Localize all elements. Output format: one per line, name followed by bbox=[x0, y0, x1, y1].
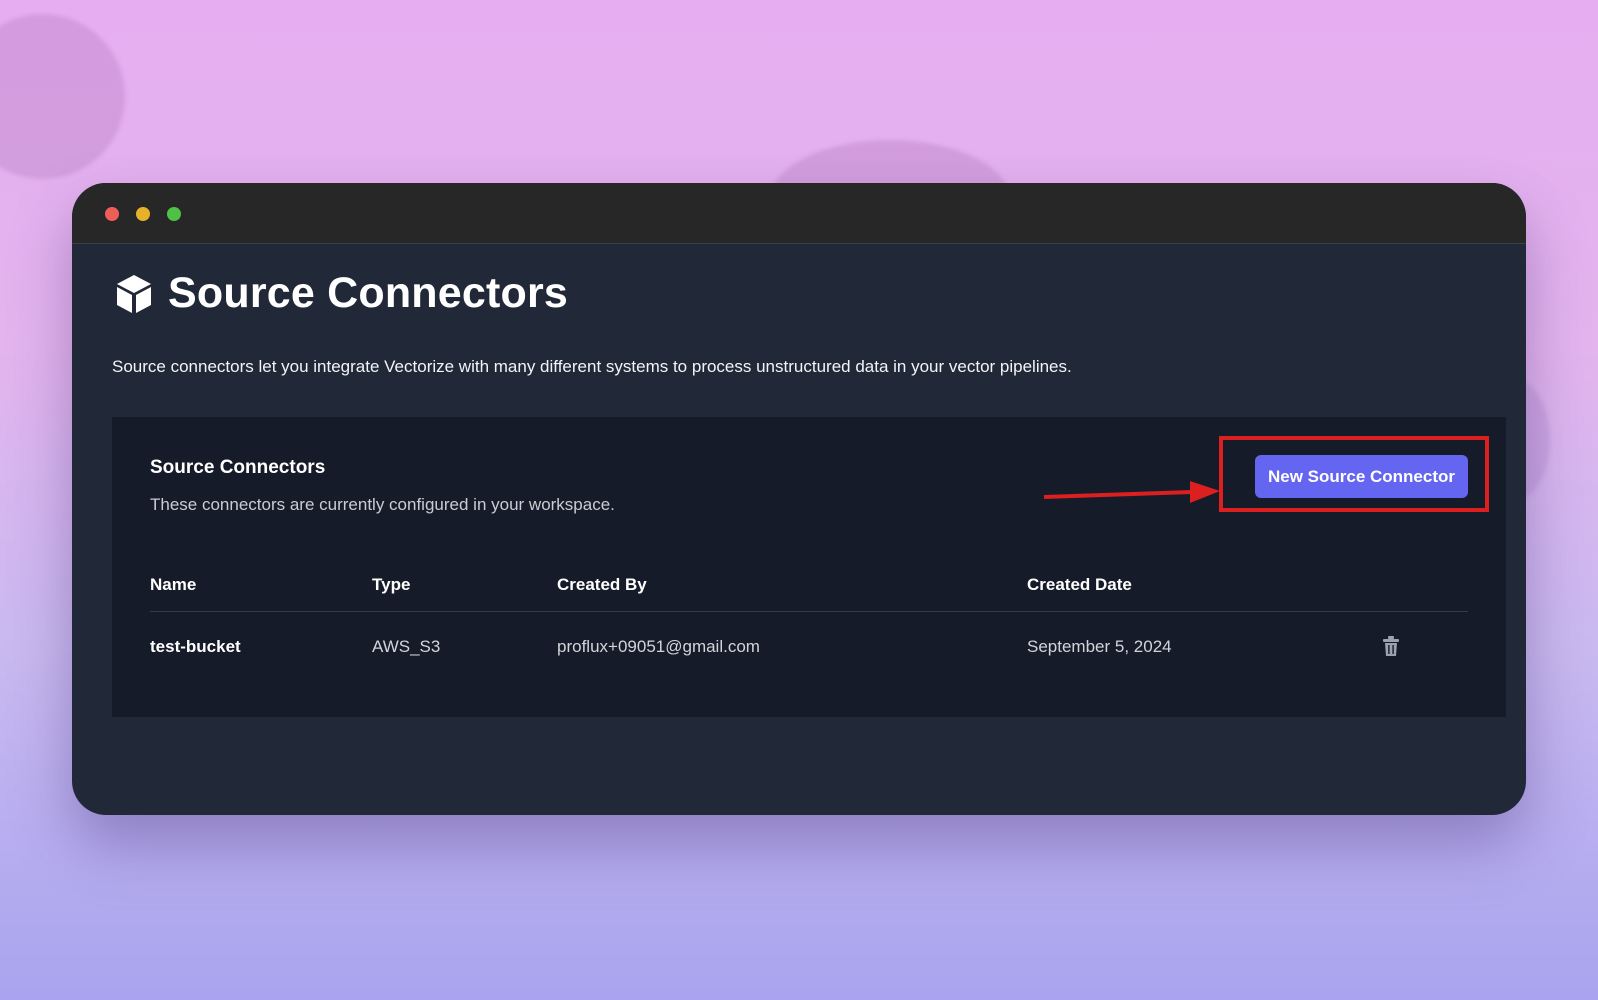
cube-icon bbox=[117, 274, 151, 313]
column-header-type: Type bbox=[372, 575, 411, 594]
table-header: Name Type Created By Created Date bbox=[150, 567, 1468, 612]
page-description: Source connectors let you integrate Vect… bbox=[112, 357, 1072, 376]
page-header: Source Connectors bbox=[114, 269, 568, 318]
connectors-table: Name Type Created By Created Date test-b… bbox=[150, 567, 1468, 678]
connectors-panel: Source Connectors These connectors are c… bbox=[112, 417, 1506, 717]
page-title: Source Connectors bbox=[168, 269, 569, 317]
connector-name[interactable]: test-bucket bbox=[150, 637, 241, 657]
column-header-created-date: Created Date bbox=[1027, 575, 1132, 594]
trash-icon[interactable] bbox=[1382, 635, 1400, 657]
background-blob bbox=[0, 14, 125, 179]
column-header-name: Name bbox=[150, 575, 197, 594]
app-window: Source Connectors Source connectors let … bbox=[72, 183, 1526, 815]
connector-created-by: proflux+09051@gmail.com bbox=[557, 637, 760, 656]
minimize-window-button[interactable] bbox=[136, 207, 150, 221]
table-row[interactable]: test-bucket AWS_S3 proflux+09051@gmail.c… bbox=[150, 612, 1468, 678]
window-titlebar bbox=[72, 183, 1526, 244]
annotation-arrow bbox=[1043, 481, 1220, 503]
panel-subtitle: These connectors are currently configure… bbox=[150, 495, 615, 514]
new-source-connector-button[interactable]: New Source Connector bbox=[1255, 455, 1468, 498]
close-window-button[interactable] bbox=[105, 207, 119, 221]
connector-created-date: September 5, 2024 bbox=[1027, 637, 1172, 656]
connector-type: AWS_S3 bbox=[372, 637, 441, 656]
maximize-window-button[interactable] bbox=[167, 207, 181, 221]
column-header-created-by: Created By bbox=[557, 575, 647, 594]
panel-title: Source Connectors bbox=[150, 457, 326, 478]
